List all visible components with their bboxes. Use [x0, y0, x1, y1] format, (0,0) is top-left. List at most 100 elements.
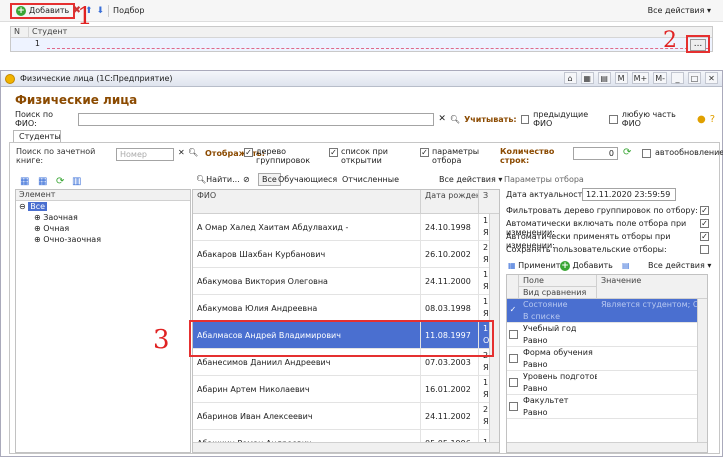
calendar-icon[interactable]: ▤ — [597, 72, 611, 84]
tree-expand-icon[interactable]: ▦ — [20, 176, 29, 187]
help-icon[interactable]: ? — [710, 114, 715, 125]
tree-refresh-icon[interactable]: ⟳ — [56, 176, 64, 187]
groups-tree: Элемент ⊖ Все ⊕ Заочная ⊕ Очная ⊕ Очно-з… — [15, 189, 191, 453]
select-button[interactable]: Подбор — [113, 6, 144, 15]
table-row[interactable]: Абакумова Виктория Олеговна 24.11.2000 1 Я — [193, 267, 499, 295]
delete-icon[interactable]: ✖ — [73, 5, 81, 16]
tree-item-fulltime[interactable]: ⊕ Очная — [16, 223, 190, 234]
add-filter-button[interactable]: + Добавить — [560, 261, 613, 271]
col-birth-header[interactable]: Дата рождения — [421, 190, 479, 213]
home-icon[interactable]: ⌂ — [563, 72, 577, 84]
close-icon[interactable]: ✕ — [705, 72, 718, 84]
filter-all-actions-menu[interactable]: Все действия ▾ — [648, 261, 711, 270]
filter-value[interactable] — [597, 395, 707, 418]
any-part-checkbox[interactable] — [609, 114, 618, 124]
col-field-header: Поле — [519, 275, 596, 287]
tree-item-correspondence[interactable]: ⊕ Заочная — [16, 212, 190, 223]
filter-params-label: параметры отбора — [432, 147, 480, 165]
plus-icon: ⊕ — [34, 235, 41, 244]
students-panel: Поиск по зачетной книге: Номер ✕ 🔍︎ Отоб… — [9, 142, 723, 454]
filter-enabled-checkbox[interactable]: ✓ — [508, 306, 518, 315]
filter-students-button[interactable]: Обучающиеся — [278, 175, 337, 184]
filter-value[interactable] — [597, 323, 707, 346]
filter-enabled-checkbox[interactable] — [508, 402, 518, 411]
opt-filter-tree-checkbox[interactable]: ✓ — [700, 206, 709, 215]
opt-save-checkbox[interactable] — [700, 245, 709, 254]
tree-item-all[interactable]: ⊖ Все — [16, 201, 190, 212]
search-icon: 🔍︎ — [196, 175, 207, 184]
select-student-button[interactable]: ... — [690, 39, 706, 51]
opt-auto-enable-checkbox[interactable]: ✓ — [700, 219, 709, 228]
tree-header: Элемент — [16, 190, 190, 201]
filter-copy-icon[interactable]: ▤ — [622, 261, 630, 270]
date-input[interactable]: 12.11.2020 23:59:59 — [582, 188, 676, 201]
memory-button[interactable]: M — [614, 72, 628, 84]
fio-search-input[interactable] — [77, 112, 435, 126]
table-row[interactable]: Абарин Артем Николаевич 16.01.2002 1 Я — [193, 375, 499, 403]
move-up-icon[interactable]: ⬆ — [85, 6, 93, 16]
refresh-icon[interactable]: ⟳ — [623, 147, 631, 158]
table-row[interactable]: Абакумова Юлия Андреевна 08.03.1998 1 Я — [193, 294, 499, 322]
tree-collapse-icon[interactable]: ▦ — [38, 176, 47, 187]
filters-horizontal-scrollbar[interactable] — [507, 442, 707, 452]
rows-count-input[interactable]: 0 — [573, 147, 618, 160]
filter-row[interactable]: Форма обучения Равно — [507, 347, 707, 371]
table-row[interactable]: 1 — [11, 38, 712, 51]
filter-enabled-checkbox[interactable] — [508, 354, 518, 363]
filter-value[interactable]: Является студентом; Отчи — [597, 299, 707, 322]
filter-row[interactable]: Учебный год Равно — [507, 323, 707, 347]
filter-row[interactable]: Уровень подготовки Равно — [507, 371, 707, 395]
tree-groups-label: дерево группировок — [256, 147, 311, 165]
all-actions-menu[interactable]: Все действия ▾ — [648, 6, 711, 15]
plus-icon: + — [560, 261, 570, 271]
tree-groups-checkbox[interactable]: ✓ — [244, 148, 253, 157]
fio-search-label: Поиск по ФИО: — [15, 110, 54, 128]
gradebook-clear-icon[interactable]: ✕ — [178, 148, 185, 157]
table-row[interactable]: Абаринов Иван Алексеевич 24.11.2002 2 Я — [193, 402, 499, 430]
filter-row[interactable]: Факультет Равно — [507, 395, 707, 419]
gradebook-input[interactable]: Номер — [116, 148, 174, 161]
list-on-open-checkbox[interactable]: ✓ — [329, 148, 338, 157]
gradebook-search-icon[interactable]: 🔍︎ — [188, 148, 198, 157]
col-fio-header[interactable]: ФИО — [193, 190, 421, 213]
tree-grid-icon[interactable]: ▥ — [72, 176, 81, 187]
tab-students[interactable]: Студенты — [13, 130, 61, 142]
search-icon[interactable]: 🔍︎ — [450, 115, 460, 124]
maximize-icon[interactable]: □ — [688, 72, 701, 84]
apply-button[interactable]: ▦ Применить — [508, 261, 565, 270]
filter-row[interactable]: ✓ Состояние В списке Является студентом; От… — [507, 299, 707, 323]
horizontal-scrollbar[interactable] — [193, 442, 499, 452]
table-row[interactable]: Абакаров Шахбан Курбанович 26.10.2002 2 Я — [193, 240, 499, 268]
autoupdate-checkbox[interactable] — [642, 149, 651, 158]
list-all-actions-menu[interactable]: Все действия ▾ — [439, 175, 502, 184]
tree-item-mixed[interactable]: ⊕ Очно-заочная — [16, 234, 190, 245]
filter-value[interactable] — [597, 347, 707, 370]
find-button[interactable]: 🔍︎Найти... — [196, 175, 240, 184]
table-row[interactable]: А Омар Халед Хаитам Абдулвахид -24.10.19… — [193, 213, 499, 241]
filter-enabled-checkbox[interactable] — [508, 378, 518, 387]
any-part-label: любую часть ФИО — [621, 110, 676, 128]
filters-vertical-scrollbar[interactable] — [697, 299, 707, 444]
rows-count-label: Количество строк: — [500, 147, 555, 165]
filter-params-checkbox[interactable]: ✓ — [420, 148, 429, 157]
filter-enabled-checkbox[interactable] — [508, 330, 518, 339]
settings-icon[interactable]: ● — [697, 114, 706, 125]
filter-value[interactable] — [597, 371, 707, 394]
memory-minus-button[interactable]: M- — [653, 72, 667, 84]
move-down-icon[interactable]: ⬇ — [97, 6, 105, 16]
filter-expelled-button[interactable]: Отчисленные — [342, 175, 399, 184]
clear-icon[interactable]: ✕ — [438, 114, 446, 124]
col-student-header: Студент — [32, 27, 68, 36]
col-value-header: Значение — [601, 276, 642, 285]
col-extra-header[interactable]: З — [479, 190, 489, 213]
minimize-icon[interactable]: _ — [671, 72, 684, 84]
memory-plus-button[interactable]: M+ — [631, 72, 650, 84]
toolbar-separator — [108, 4, 110, 17]
add-button[interactable]: + Добавить — [10, 2, 76, 19]
calc-icon[interactable]: ▦ — [580, 72, 594, 84]
cancel-search-icon[interactable]: ⊘ — [243, 175, 250, 184]
filter-compare: Равно — [523, 336, 548, 345]
opt-auto-apply-checkbox[interactable]: ✓ — [700, 232, 709, 241]
student-input[interactable] — [47, 38, 708, 49]
prev-fio-checkbox[interactable] — [520, 114, 530, 124]
